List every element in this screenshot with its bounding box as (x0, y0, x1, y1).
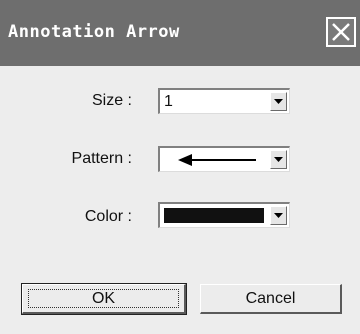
annotation-arrow-dialog: Annotation Arrow Size : 1 Pattern : Colo… (0, 0, 360, 334)
title-bar: Annotation Arrow (0, 0, 360, 66)
chevron-down-icon (274, 99, 283, 104)
chevron-down-icon (274, 213, 283, 218)
ok-button[interactable]: OK (21, 283, 187, 315)
size-select[interactable]: 1 (158, 88, 290, 114)
pattern-label: Pattern : (71, 150, 132, 167)
pattern-dropdown-button[interactable] (270, 150, 287, 169)
close-button[interactable] (326, 17, 356, 47)
color-label: Color : (84, 208, 132, 225)
size-value: 1 (164, 93, 173, 110)
pattern-select[interactable] (158, 146, 290, 172)
close-icon (332, 23, 350, 41)
size-label: Size : (91, 92, 132, 109)
size-dropdown-button[interactable] (270, 92, 287, 111)
color-dropdown-button[interactable] (270, 206, 287, 225)
ok-button-label: OK (91, 289, 116, 307)
arrow-left-icon (178, 154, 256, 166)
color-swatch (164, 208, 264, 223)
color-select[interactable] (158, 202, 290, 228)
dialog-title: Annotation Arrow (8, 22, 180, 42)
cancel-button[interactable]: Cancel (200, 284, 342, 314)
chevron-down-icon (274, 157, 283, 162)
cancel-button-label: Cancel (245, 289, 296, 307)
